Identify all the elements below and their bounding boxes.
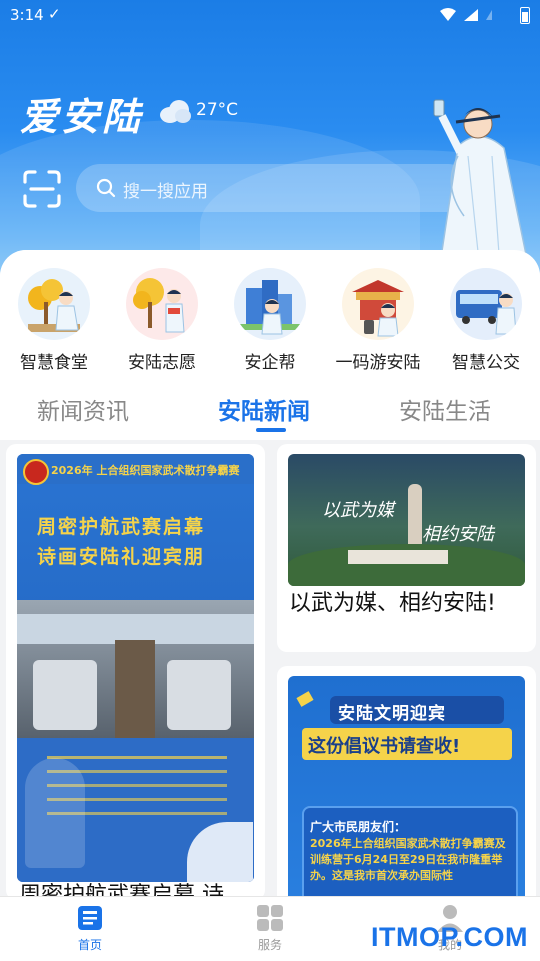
service-label: 一码游安陆 <box>335 353 421 373</box>
poster-headline-2: 这份倡议书请查收! <box>308 736 461 757</box>
tourism-icon <box>342 268 414 340</box>
service-one-code-tour[interactable]: 一码游安陆 <box>324 268 432 373</box>
news-icon <box>78 906 102 930</box>
nav-label: 服务 <box>257 938 282 952</box>
news-card-title: 以武为媒、相约安陆! <box>289 591 496 616</box>
tab-anlu-life[interactable]: 安陆生活 <box>399 392 491 426</box>
news-card-civilized-welcome[interactable]: 安陆文明迎宾 这份倡议书请查收! 广大市民朋友们： 2026年上合组织国家武术散… <box>277 666 536 906</box>
service-label: 安陆志愿 <box>128 353 196 373</box>
signal-icons <box>436 7 506 27</box>
news-card-martial-arts-anlu[interactable]: 以武为媒 相约安陆 以武为媒、相约安陆! <box>277 444 536 652</box>
tab-news-info[interactable]: 新闻资讯 <box>37 392 129 426</box>
poster-headline-1: 周密护航武赛启幕 <box>37 516 206 538</box>
event-emblem-icon <box>23 459 49 485</box>
canteen-icon <box>18 268 90 340</box>
poster-headline-1: 安陆文明迎宾 <box>338 704 446 724</box>
service-label: 智慧公交 <box>452 353 520 373</box>
app-logo: 爱安陆 <box>20 94 144 139</box>
service-label: 安企帮 <box>244 353 296 373</box>
li-bai-figure-illustration <box>433 99 529 272</box>
bus-interior-photo <box>17 600 254 738</box>
nav-home[interactable]: 首页 <box>50 903 130 953</box>
poster-headline-2: 相约安陆 <box>422 524 494 545</box>
enterprise-icon <box>234 268 306 340</box>
news-card-poster: 2026年 上合组织国家武术散打争霸赛 周密护航武赛启幕 诗画安陆礼迎宾朋 <box>17 454 254 882</box>
grid-icon <box>257 905 283 931</box>
search-icon <box>96 178 116 198</box>
cloud-icon <box>160 100 191 123</box>
search-input[interactable]: 搜一搜应用 <box>76 164 472 212</box>
battery-icon <box>520 7 530 24</box>
poster-greeting: 广大市民朋友们： <box>310 820 407 834</box>
poster-header: 2026年 上合组织国家武术散打争霸赛 <box>51 464 240 477</box>
poster-text-area <box>17 738 254 882</box>
watermark: ITMOP.COM <box>370 922 528 952</box>
service-anlu-volunteer[interactable]: 安陆志愿 <box>108 268 216 373</box>
status-bar: 3:14 ✓ <box>0 0 540 32</box>
search-placeholder: 搜一搜应用 <box>123 182 208 202</box>
bus-icon <box>450 268 522 340</box>
volunteer-icon <box>126 268 198 340</box>
news-card-poster: 以武为媒 相约安陆 <box>288 454 525 586</box>
news-tabs: 新闻资讯 安陆新闻 安陆生活 <box>0 392 540 440</box>
services-section: 智慧食堂 安陆志愿 安企帮 一码游安陆 智慧公交 新闻资讯 安陆新闻 安陆生活 <box>0 250 540 440</box>
nav-services[interactable]: 服务 <box>230 903 310 953</box>
poster-headline-1: 以武为媒 <box>322 500 394 521</box>
content-panel: 智慧食堂 安陆志愿 安企帮 一码游安陆 智慧公交 新闻资讯 安陆新闻 安陆生活 … <box>0 250 540 906</box>
nav-label: 首页 <box>77 938 102 952</box>
service-smart-bus[interactable]: 智慧公交 <box>432 268 540 373</box>
poster-body-text: 2026年上合组织国家武术散打争霸赛及训练营于6月24日至29日在我市隆重举办。… <box>310 837 506 882</box>
news-card-poster: 安陆文明迎宾 这份倡议书请查收! 广大市民朋友们： 2026年上合组织国家武术散… <box>288 676 525 906</box>
service-smart-canteen[interactable]: 智慧食堂 <box>0 268 108 373</box>
service-an-qi-bang[interactable]: 安企帮 <box>216 268 324 373</box>
poster-headline-2: 诗画安陆礼迎宾朋 <box>37 546 206 568</box>
tab-anlu-news[interactable]: 安陆新闻 <box>218 392 310 426</box>
news-card-wushu-event[interactable]: 2026年 上合组织国家武术散打争霸赛 周密护航武赛启幕 诗画安陆礼迎宾朋 周密… <box>6 444 265 900</box>
active-tab-indicator <box>256 428 286 432</box>
service-label: 智慧食堂 <box>20 353 88 373</box>
weather-temperature: 27°C <box>196 100 239 120</box>
status-time: 3:14 <box>10 6 44 24</box>
scan-icon[interactable] <box>23 170 61 208</box>
download-done-icon: ✓ <box>48 5 61 23</box>
